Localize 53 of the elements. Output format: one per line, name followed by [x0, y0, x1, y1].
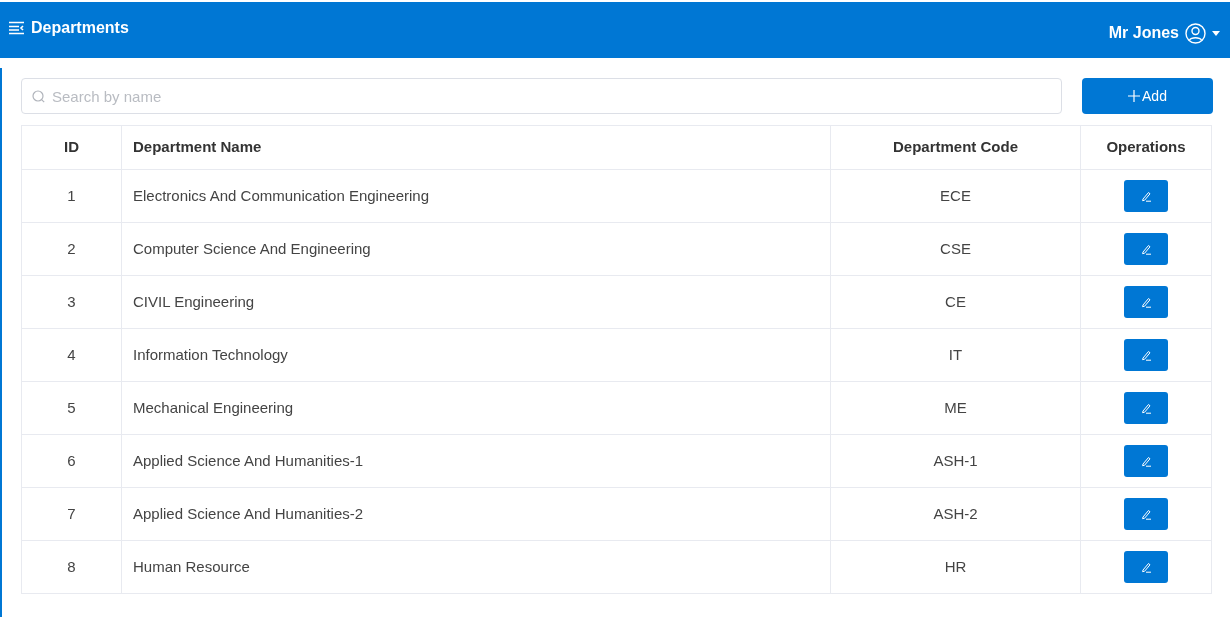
table-cell: Human Resource: [121, 540, 831, 594]
column-header: Operations: [1080, 125, 1212, 170]
menu-collapse-icon[interactable]: [8, 21, 25, 35]
pencil-icon: [1140, 243, 1152, 255]
table-cell: 8: [21, 540, 122, 594]
table-cell: 1: [21, 169, 122, 223]
table-cell: HR: [830, 540, 1081, 594]
page-title: Departments: [31, 18, 129, 38]
pencil-icon: [1140, 190, 1152, 202]
table-cell: ASH-1: [830, 434, 1081, 488]
edit-button[interactable]: [1124, 551, 1168, 583]
table-cell: 7: [21, 487, 122, 541]
pencil-icon: [1140, 508, 1152, 520]
table-cell: CSE: [830, 222, 1081, 276]
add-button[interactable]: Add: [1082, 78, 1213, 114]
edit-button[interactable]: [1124, 392, 1168, 424]
table-cell: CIVIL Engineering: [121, 275, 831, 329]
pencil-icon: [1140, 296, 1152, 308]
search-field[interactable]: Search by name: [21, 78, 1062, 114]
pencil-icon: [1140, 455, 1152, 467]
column-header: Department Name: [121, 125, 831, 170]
edit-button[interactable]: [1124, 286, 1168, 318]
table-cell: 4: [21, 328, 122, 382]
edit-button[interactable]: [1124, 445, 1168, 477]
table-cell: 3: [21, 275, 122, 329]
table-cell: ECE: [830, 169, 1081, 223]
table-cell: Information Technology: [121, 328, 831, 382]
table-cell: 5: [21, 381, 122, 435]
edit-button[interactable]: [1124, 180, 1168, 212]
column-header: Department Code: [830, 125, 1081, 170]
user-avatar-icon: [1185, 22, 1206, 44]
pencil-icon: [1140, 349, 1152, 361]
table-cell: 6: [21, 434, 122, 488]
table-cell: IT: [830, 328, 1081, 382]
table-cell: Mechanical Engineering: [121, 381, 831, 435]
user-menu[interactable]: Mr Jones: [1108, 21, 1220, 45]
edit-button[interactable]: [1124, 233, 1168, 265]
table-cell: Electronics And Communication Engineering: [121, 169, 831, 223]
edit-button[interactable]: [1124, 339, 1168, 371]
table-cell: CE: [830, 275, 1081, 329]
search-icon: [32, 90, 45, 103]
plus-icon: [1128, 90, 1141, 102]
pencil-icon: [1140, 402, 1152, 414]
table-cell: Applied Science And Humanities-1: [121, 434, 831, 488]
table-cell: Computer Science And Engineering: [121, 222, 831, 276]
caret-icon: [1212, 30, 1220, 36]
edit-button[interactable]: [1124, 498, 1168, 530]
pencil-icon: [1140, 561, 1152, 573]
table-cell: Applied Science And Humanities-2: [121, 487, 831, 541]
table-cell: ME: [830, 381, 1081, 435]
column-header: ID: [21, 125, 122, 170]
table-cell: ASH-2: [830, 487, 1081, 541]
table-cell: 2: [21, 222, 122, 276]
